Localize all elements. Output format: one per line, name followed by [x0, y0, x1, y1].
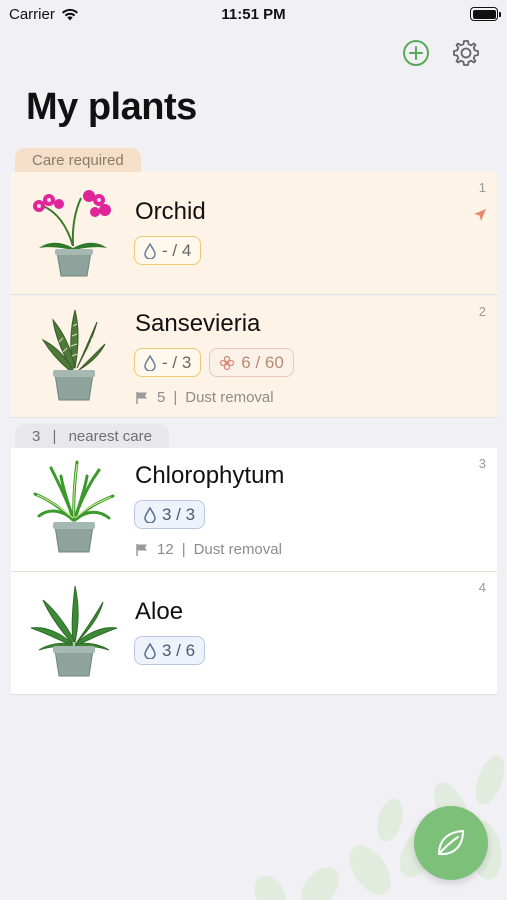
task-days: 5	[157, 389, 166, 406]
care-action-button[interactable]	[414, 806, 488, 880]
chlorophytum-image	[33, 460, 115, 553]
plant-card-orchid[interactable]: Orchid 1 - / 4	[11, 172, 497, 295]
plant-number: 2	[478, 304, 486, 319]
plant-name: Chlorophytum	[135, 462, 285, 489]
care-badges: 3 / 6	[134, 636, 206, 665]
nearest-care-days: 3	[32, 428, 41, 445]
plant-card-chlorophytum[interactable]: Chlorophytum 3 3 / 3 12 | Dust removal	[11, 448, 497, 572]
plant-name: Orchid	[135, 198, 206, 225]
nearest-care-label: nearest care	[68, 428, 152, 445]
water-drop-icon	[144, 242, 156, 259]
flag-icon	[136, 391, 147, 404]
task-label: Dust removal	[185, 389, 274, 406]
plant-name: Sansevieria	[135, 310, 261, 337]
plus-circle-icon	[403, 40, 429, 66]
fertilizer-value: 6 / 60	[241, 352, 284, 372]
plant-number: 3	[478, 456, 486, 471]
plant-name: Aloe	[135, 598, 184, 625]
upcoming-task: 12 | Dust removal	[135, 541, 282, 558]
add-plant-button[interactable]	[401, 38, 431, 68]
header-actions	[401, 38, 481, 68]
flag-icon	[136, 543, 147, 556]
task-separator: |	[173, 389, 178, 406]
leaf-icon	[438, 830, 464, 856]
upcoming-task: 5 | Dust removal	[135, 389, 274, 406]
watering-badge[interactable]: - / 4	[134, 236, 202, 265]
status-bar: Carrier 11:51 PM	[0, 0, 507, 28]
nearest-care-separator: |	[52, 428, 57, 445]
watering-badge[interactable]: 3 / 6	[134, 636, 206, 665]
watering-badge[interactable]: 3 / 3	[134, 500, 206, 529]
page-title: My plants	[26, 86, 197, 128]
watering-badge[interactable]: - / 3	[134, 348, 202, 377]
watering-value: - / 4	[162, 240, 192, 260]
watering-value: - / 3	[162, 352, 192, 372]
watering-value: 3 / 3	[162, 504, 196, 524]
orchid-image	[33, 190, 111, 277]
battery-icon	[470, 7, 501, 21]
water-drop-icon	[144, 354, 156, 371]
plant-card-aloe[interactable]: Aloe 4 3 / 6	[11, 572, 497, 695]
gear-icon	[453, 40, 479, 66]
care-badges: 3 / 3	[134, 500, 206, 529]
sansevieria-image	[41, 309, 106, 401]
watering-value: 3 / 6	[162, 640, 196, 660]
task-separator: |	[181, 541, 186, 558]
clock: 11:51 PM	[221, 6, 286, 23]
plant-number: 4	[478, 580, 486, 595]
aloe-image	[30, 585, 118, 677]
care-badges: - / 4	[134, 236, 202, 265]
fertilizer-badge[interactable]: 6 / 60	[209, 348, 294, 377]
settings-button[interactable]	[451, 38, 481, 68]
plant-number: 1	[478, 180, 486, 195]
flower-icon	[220, 355, 235, 370]
water-drop-icon	[144, 506, 156, 523]
location-arrow-icon[interactable]	[473, 208, 487, 222]
nearest-care-header: 3 | nearest care	[15, 424, 169, 448]
task-label: Dust removal	[193, 541, 282, 558]
care-badges: - / 3 6 / 60	[134, 348, 294, 377]
task-days: 12	[157, 541, 174, 558]
care-required-header: Care required	[15, 148, 141, 172]
plant-card-sansevieria[interactable]: Sansevieria 2 - / 3 6 / 60 5 | Dust remo…	[11, 296, 497, 418]
water-drop-icon	[144, 642, 156, 659]
